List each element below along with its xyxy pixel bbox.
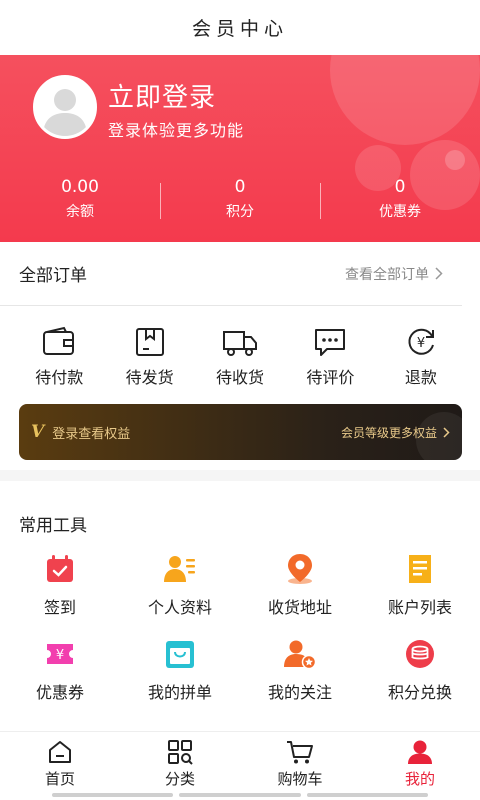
stat-points[interactable]: 0 积分 — [160, 175, 320, 224]
orders-title: 全部订单 — [19, 266, 87, 286]
user-star-icon — [284, 640, 316, 669]
tab-label: 首页 — [44, 770, 75, 788]
order-pending-review[interactable]: 待评价 — [285, 326, 375, 388]
tool-label: 个人资料 — [147, 598, 212, 617]
tool-label: 我的关注 — [267, 683, 332, 702]
default-avatar-icon — [43, 89, 87, 136]
view-all-orders-label: 查看全部订单 — [345, 266, 429, 283]
tool-label: 优惠券 — [35, 683, 84, 702]
stat-value: 0.00 — [61, 177, 99, 197]
coins-icon — [406, 640, 434, 668]
stat-value: 0 — [394, 177, 406, 197]
truck-icon — [223, 331, 258, 356]
top-bar: 会员中心 — [0, 0, 480, 55]
vip-login-prompt: V 登录查看权益 — [31, 422, 130, 442]
tool-label: 积分兑换 — [387, 683, 452, 702]
decor-bubble — [330, 55, 480, 145]
tool-group-orders[interactable]: 我的拼单 — [120, 638, 240, 703]
tool-label: 我的拼单 — [147, 683, 212, 702]
order-refund[interactable]: ¥ 退款 — [376, 326, 466, 388]
avatar[interactable] — [33, 75, 97, 139]
svg-text:¥: ¥ — [56, 648, 64, 663]
member-center-page: 会员中心 立即登录 登录体验更多功能 0.00 余额 0 积分 0 优惠券 全部… — [0, 0, 480, 800]
chevron-right-icon — [435, 267, 443, 280]
tab-mine[interactable]: 我的 — [360, 732, 480, 800]
view-all-orders-link[interactable]: 查看全部订单 — [345, 264, 443, 284]
stat-value: 0 — [234, 177, 246, 197]
stat-label: 积分 — [226, 204, 254, 220]
tool-label: 签到 — [43, 598, 76, 617]
stat-coupons[interactable]: 0 优惠券 — [320, 175, 480, 224]
order-status-label: 待发货 — [125, 368, 174, 387]
coupon-icon: ¥ — [47, 644, 73, 664]
order-pending-payment[interactable]: 待付款 — [14, 326, 104, 388]
package-icon — [135, 328, 164, 356]
tab-label: 购物车 — [277, 770, 323, 788]
gesture-bar — [52, 793, 428, 797]
login-subtitle: 登录体验更多功能 — [108, 121, 245, 140]
category-icon — [168, 740, 193, 765]
calendar-check-icon — [47, 555, 73, 582]
order-status-row: 待付款 待发货 待收货 待评价 ¥ 退款 — [0, 306, 480, 388]
tool-points-exchange[interactable]: 积分兑换 — [360, 638, 480, 703]
tool-label: 账户列表 — [387, 598, 452, 617]
refund-icon: ¥ — [408, 328, 434, 355]
stat-label: 余额 — [66, 204, 94, 220]
login-link[interactable]: 立即登录 — [108, 77, 216, 114]
chevron-right-icon — [443, 426, 450, 438]
tab-label: 我的 — [404, 770, 435, 788]
profile-icon — [164, 556, 195, 582]
tab-category[interactable]: 分类 — [120, 732, 240, 800]
comment-icon — [315, 329, 346, 356]
vip-left-text: 登录查看权益 — [52, 426, 131, 442]
decor-bubble — [445, 150, 465, 170]
vip-badge-icon: V — [31, 422, 45, 442]
svg-text:¥: ¥ — [417, 336, 425, 351]
vip-right-text: 会员等级更多权益 — [340, 425, 437, 440]
orders-card: 全部订单 查看全部订单 待付款 待发货 待收货 待评价 ¥ 退款 V 登录查看权… — [0, 242, 480, 470]
tool-address[interactable]: 收货地址 — [240, 553, 360, 618]
member-hero: 立即登录 登录体验更多功能 0.00 余额 0 积分 0 优惠券 — [0, 55, 480, 242]
order-pending-shipment[interactable]: 待发货 — [104, 326, 194, 388]
bottom-tab-bar: 首页 分类 购物车 我的 — [0, 731, 480, 800]
tools-grid: 签到 个人资料 收货地址 账户列表 ¥ 优惠券 我的拼单 我的关注 积分兑换 — [0, 553, 480, 703]
order-status-label: 待收货 — [216, 368, 265, 387]
order-status-label: 退款 — [404, 368, 437, 387]
stat-balance[interactable]: 0.00 余额 — [0, 175, 160, 224]
tab-label: 分类 — [164, 770, 195, 788]
orders-header: 全部订单 查看全部订单 — [0, 242, 462, 306]
user-icon — [408, 740, 432, 764]
account-stats: 0.00 余额 0 积分 0 优惠券 — [0, 175, 480, 224]
home-icon — [49, 741, 71, 763]
tool-profile[interactable]: 个人资料 — [120, 553, 240, 618]
vip-more-benefits-link[interactable]: 会员等级更多权益 — [341, 424, 450, 441]
cart-icon — [287, 741, 313, 764]
tool-account-list[interactable]: 账户列表 — [360, 553, 480, 618]
tab-home[interactable]: 首页 — [0, 732, 120, 800]
location-icon — [288, 554, 312, 584]
order-status-label: 待付款 — [35, 368, 84, 387]
tab-cart[interactable]: 购物车 — [240, 732, 360, 800]
tools-card: 常用工具 签到 个人资料 收货地址 账户列表 ¥ 优惠券 我的拼单 我的关注 积… — [0, 481, 480, 739]
tool-sign-in[interactable]: 签到 — [0, 553, 120, 618]
tool-label: 收货地址 — [267, 598, 332, 617]
shopping-bag-icon — [166, 641, 194, 668]
document-list-icon — [409, 555, 431, 583]
order-status-label: 待评价 — [306, 368, 355, 387]
tools-title: 常用工具 — [19, 516, 87, 536]
order-pending-receipt[interactable]: 待收货 — [195, 326, 285, 388]
tool-coupons[interactable]: ¥ 优惠券 — [0, 638, 120, 703]
page-title: 会员中心 — [191, 18, 288, 40]
stat-label: 优惠券 — [379, 204, 421, 220]
tool-following[interactable]: 我的关注 — [240, 638, 360, 703]
wallet-icon — [43, 326, 75, 355]
vip-benefits-banner[interactable]: V 登录查看权益 会员等级更多权益 — [19, 404, 462, 460]
